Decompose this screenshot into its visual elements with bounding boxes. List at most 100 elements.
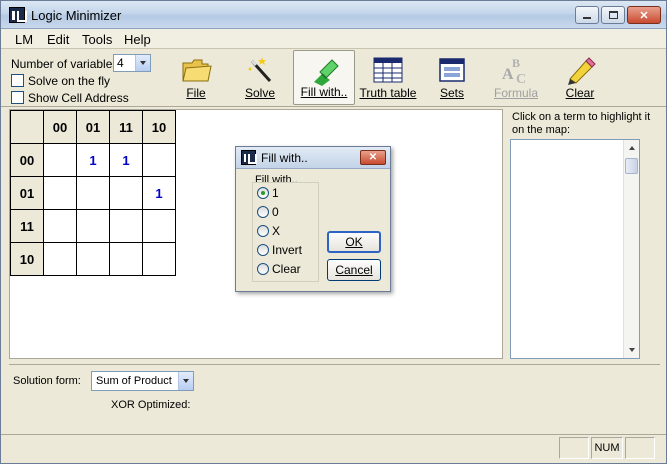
kmap-row-header: 10 [10,242,44,276]
kmap-cell[interactable] [76,176,110,210]
app-window: Logic Minimizer ✕ LM Edit Tools Help Num… [0,0,667,464]
kmap-row-header: 01 [10,176,44,210]
truth-table-tool-button[interactable]: Truth table [357,50,419,105]
close-icon: ✕ [639,9,649,22]
scroll-down-icon[interactable] [624,342,639,358]
solve-tool-label: Solve [244,86,276,100]
term-list[interactable] [510,139,640,359]
kmap-cell[interactable]: 1 [142,176,176,210]
term-list-label: Click on a term to highlight it on the m… [512,111,651,136]
menu-tools[interactable]: Tools [82,32,112,47]
solution-form-value: Sum of Product [96,375,172,387]
show-cell-address-label: Show Cell Address [28,91,129,105]
maximize-button[interactable] [601,6,625,24]
window-title: Logic Minimizer [31,8,122,23]
formula-tool-button[interactable]: B A C Formula [485,50,547,105]
radio-selected[interactable] [257,187,269,199]
solve-on-fly-label: Solve on the fly [28,74,111,88]
menu-edit[interactable]: Edit [47,32,69,47]
ok-button[interactable]: OK [327,231,381,253]
app-logo-icon [9,7,27,23]
solution-panel: Solution form: Sum of Product XOR Optimi… [9,364,660,434]
folder-icon [182,59,212,82]
kmap-cell[interactable] [43,176,77,210]
dialog-close-button[interactable]: ✕ [360,150,386,165]
status-cell-empty [559,437,589,459]
kmap-cell[interactable] [76,209,110,243]
kmap-cell[interactable] [142,209,176,243]
kmap-col-header: 00 [43,110,77,144]
clear-tool-label: Clear [565,86,595,100]
menu-help[interactable]: Help [124,32,151,47]
title-bar[interactable]: Logic Minimizer ✕ [1,1,666,29]
show-cell-address-checkbox[interactable] [11,91,24,104]
kmap-cell[interactable] [109,242,143,276]
status-cell-empty [625,437,655,459]
scroll-up-icon[interactable] [624,140,639,156]
term-list-scrollbar[interactable] [623,140,639,358]
formula-letters-icon: B A C [502,56,526,85]
kmap-cell[interactable] [142,242,176,276]
kmap-cell[interactable] [142,143,176,177]
magic-wand-icon [248,57,272,83]
table-icon [373,57,403,83]
solve-tool-button[interactable]: Solve [229,50,291,105]
formula-tool-label: Formula [493,86,538,100]
toolbar: Number of variables: 4 Solve on the fly … [1,49,666,107]
maximize-icon [608,11,618,19]
close-icon: ✕ [368,152,378,163]
chevron-down-icon[interactable] [135,55,150,71]
kmap-corner [10,110,44,144]
menu-bar: LM Edit Tools Help [1,29,666,49]
radio[interactable] [257,263,269,275]
kmap-col-header: 10 [142,110,176,144]
kmap-cell[interactable] [43,143,77,177]
solution-form-select[interactable]: Sum of Product [91,371,194,391]
fill-with-tool-label: Fill with.. [300,85,348,99]
chevron-down-icon[interactable] [178,372,193,390]
solution-form-label: Solution form: [13,375,81,387]
clear-tool-button[interactable]: Clear [549,50,611,105]
sets-tool-label: Sets [439,86,464,100]
window-sets-icon [439,58,465,82]
kmap-cell[interactable] [109,209,143,243]
kmap-cell[interactable]: 1 [76,143,110,177]
num-vars-select[interactable]: 4 [113,54,151,72]
kmap-cell[interactable] [43,209,77,243]
dialog-title: Fill with.. [261,151,308,165]
karnaugh-map: 00 01 11 10 00 1 1 01 1 11 10 [10,110,176,276]
dialog-title-bar[interactable]: Fill with.. ✕ [236,147,390,169]
status-bar: NUM [1,434,666,463]
scroll-thumb[interactable] [625,158,638,174]
cancel-button[interactable]: Cancel [327,259,381,281]
fill-with-dialog: Fill with.. ✕ Fill with.. 1 0 X Invert C… [235,146,391,292]
kmap-cell[interactable] [109,176,143,210]
kmap-cell[interactable] [76,242,110,276]
svg-text:A: A [502,66,514,83]
kmap-col-header: 11 [109,110,143,144]
menu-lm[interactable]: LM [15,32,33,47]
status-num: NUM [591,437,623,459]
svg-text:C: C [516,72,526,85]
kmap-cell[interactable] [43,242,77,276]
radio[interactable] [257,206,269,218]
eraser-pencil-icon [568,57,596,85]
truth-table-tool-label: Truth table [359,86,417,100]
sets-tool-button[interactable]: Sets [421,50,483,105]
minimize-icon [583,17,591,19]
radio[interactable] [257,225,269,237]
kmap-row-header: 00 [10,143,44,177]
close-button[interactable]: ✕ [627,6,661,24]
file-tool-button[interactable]: File [165,50,227,105]
fill-with-tool-button[interactable]: Fill with.. [293,50,355,105]
kmap-col-header: 01 [76,110,110,144]
file-tool-label: File [186,86,206,100]
kmap-cell[interactable]: 1 [109,143,143,177]
app-logo-icon [241,150,257,165]
solve-on-fly-checkbox[interactable] [11,74,24,87]
xor-optimized-label: XOR Optimized: [111,399,191,411]
num-vars-value: 4 [117,56,124,70]
radio[interactable] [257,244,269,256]
num-vars-label: Number of variables: [11,57,122,71]
minimize-button[interactable] [575,6,599,24]
